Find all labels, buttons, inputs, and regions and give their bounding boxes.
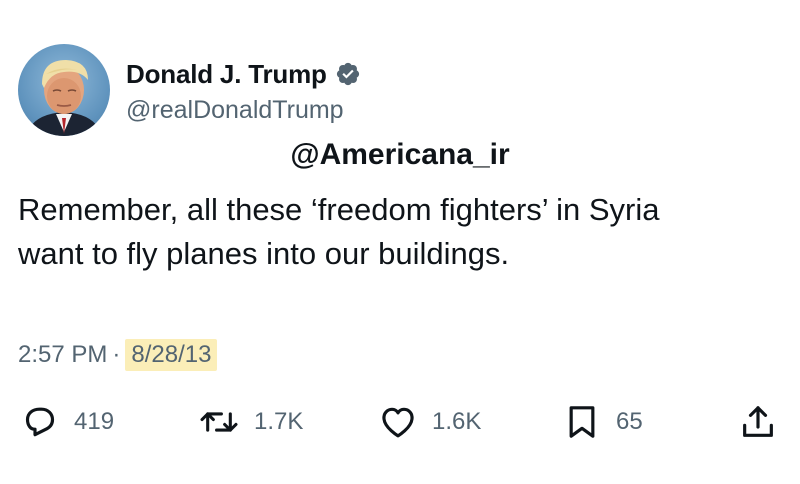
- meta-separator: ·: [112, 341, 121, 368]
- avatar-image: [26, 60, 102, 136]
- tweet-time[interactable]: 2:57 PM: [18, 341, 107, 369]
- tweet-date[interactable]: 8/28/13: [125, 339, 218, 371]
- tweet-text-line: Remember, all these ‘freedom fighters’ i…: [18, 192, 660, 227]
- like-button[interactable]: 1.6K: [378, 398, 481, 446]
- retweet-button[interactable]: 1.7K: [198, 398, 303, 446]
- reply-icon: [25, 407, 55, 437]
- bookmark-count: 65: [616, 408, 643, 435]
- avatar[interactable]: [18, 44, 110, 136]
- share-button[interactable]: [738, 398, 778, 446]
- watermark-text: @Americana_ir: [290, 138, 510, 171]
- reply-count: 419: [74, 408, 115, 435]
- author-handle[interactable]: @realDonaldTrump: [126, 96, 344, 125]
- author-display-name[interactable]: Donald J. Trump: [126, 59, 327, 90]
- tweet-card: Donald J. Trump @realDonaldTrump @Americ…: [0, 0, 800, 484]
- tweet-text-line: want to fly planes into our buildings.: [18, 236, 510, 271]
- reply-button[interactable]: 419: [20, 398, 114, 446]
- tweet-meta: 2:57 PM · 8/28/13: [18, 337, 218, 373]
- retweet-count: 1.7K: [254, 408, 304, 435]
- author-name-row: Donald J. Trump: [126, 58, 361, 90]
- verified-badge-icon[interactable]: [335, 61, 361, 87]
- retweet-icon: [200, 412, 238, 432]
- bookmark-button[interactable]: 65: [562, 398, 643, 446]
- heart-icon: [382, 407, 414, 438]
- share-icon: [743, 406, 773, 437]
- action-bar: 419 1.7K 1.6K 65: [0, 398, 800, 446]
- like-count: 1.6K: [432, 408, 482, 435]
- tweet-text: Remember, all these ‘freedom fighters’ i…: [18, 188, 778, 276]
- bookmark-icon: [569, 406, 595, 438]
